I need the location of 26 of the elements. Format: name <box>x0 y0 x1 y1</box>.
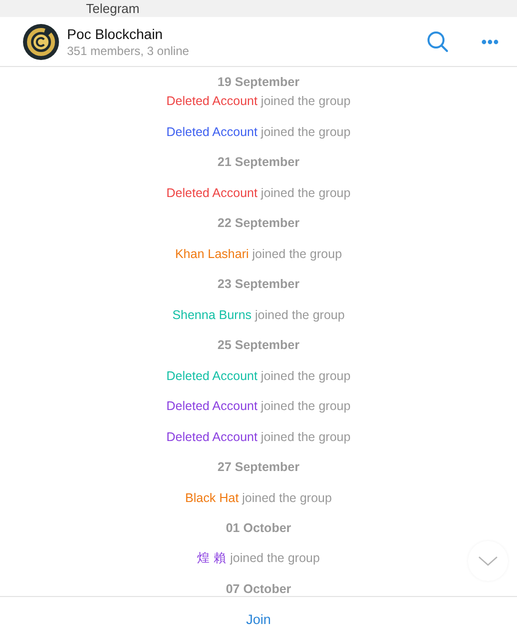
service-message: Deleted Account joined the group <box>166 368 351 383</box>
date-label: 07 October <box>226 582 292 596</box>
avatar-icon <box>23 24 59 60</box>
service-message: Deleted Account joined the group <box>166 399 351 414</box>
service-message: Khan Lashari joined the group <box>175 246 342 261</box>
service-message: Deleted Account joined the group <box>166 186 351 200</box>
date-label: 25 September <box>218 338 300 352</box>
service-message: Deleted Account joined the group <box>166 124 351 139</box>
service-message: Deleted Account joined the group <box>166 94 351 108</box>
service-message: Deleted Account joined the group <box>166 430 351 444</box>
service-message: 煌 賴 joined the group <box>197 550 320 568</box>
date-label: 23 September <box>218 277 300 292</box>
chat-name: Poc Blockchain <box>67 26 164 42</box>
date-label: 22 September <box>218 216 300 230</box>
chevron-down-icon <box>478 556 498 566</box>
date-label: 01 October <box>226 521 292 536</box>
date-label: 21 September <box>218 155 300 170</box>
member-count: 351 members, 3 online <box>67 44 190 58</box>
more-icon[interactable] <box>481 38 499 44</box>
service-message: Black Hat joined the group <box>185 490 332 505</box>
service-message: Shenna Burns joined the group <box>172 308 345 322</box>
join-button[interactable]: Join <box>238 608 279 630</box>
search-icon[interactable] <box>427 30 449 52</box>
date-label: 19 September <box>218 75 300 89</box>
date-label: 27 September <box>218 460 300 474</box>
window-title: Telegram <box>86 1 140 16</box>
